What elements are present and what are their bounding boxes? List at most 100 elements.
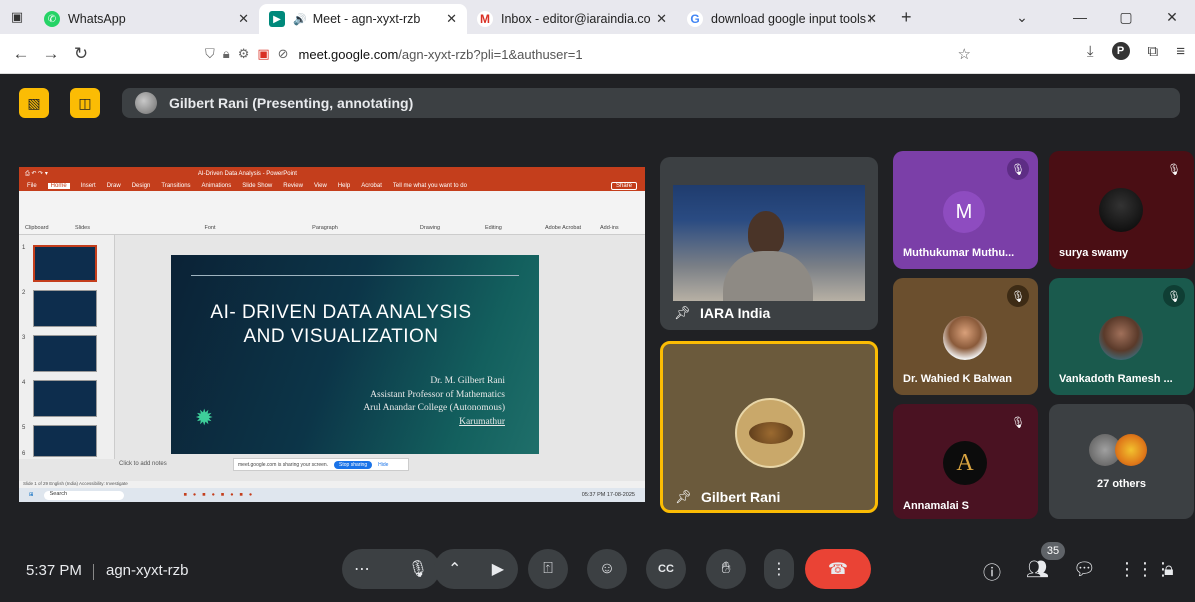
ppt-tab[interactable]: Help	[338, 183, 350, 189]
people-icon[interactable]: 👥︎	[1026, 559, 1049, 580]
participant-tile-iara[interactable]: 📌︎ IARA India	[660, 157, 878, 330]
presenter-chip[interactable]: Gilbert Rani (Presenting, annotating)	[122, 88, 1180, 118]
camera-icon[interactable]: ▶	[492, 559, 504, 579]
gear-icon: ✹	[195, 405, 214, 430]
windows-start-icon[interactable]: ⊞	[29, 492, 34, 498]
new-tab-plus-icon[interactable]: +	[901, 7, 912, 28]
leave-call-icon[interactable]: ☎	[805, 549, 871, 589]
thumb-number: 6	[22, 451, 26, 457]
ppt-tab[interactable]: View	[314, 183, 327, 189]
ppt-tab[interactable]: Home	[47, 182, 70, 189]
host-controls-icon[interactable]: 🔒︎	[1164, 559, 1174, 580]
audio-options-icon[interactable]: ⋯	[354, 559, 370, 579]
participant-tile-vankadoth[interactable]: 🎙︎ Vankadoth Ramesh ...	[1049, 278, 1194, 395]
taskbar-apps-icon[interactable]: ■●■●■●■●	[184, 492, 259, 498]
tab-google-search[interactable]: G download google input tools ta ✕	[677, 4, 887, 34]
ppt-tab[interactable]: Acrobat	[361, 183, 382, 189]
ribbon-group: Paragraph	[312, 225, 338, 231]
thumb-number: 1	[22, 245, 26, 251]
captions-icon[interactable]: CC	[646, 549, 686, 589]
pin-icon[interactable]: 📌︎	[675, 489, 692, 505]
close-tab-icon[interactable]: ✕	[866, 11, 877, 27]
slide-thumbnail[interactable]	[33, 425, 97, 457]
raise-hand-icon[interactable]: ✋︎	[706, 549, 746, 589]
url-field[interactable]: ⛉ 🔒︎ ⚙ ▣ ⊘ meet.google.com/agn-xyxt-rzb?…	[205, 40, 975, 68]
meet-top-bar: ▧ ◫ Gilbert Rani (Presenting, annotating…	[0, 74, 1195, 130]
participant-tile-others[interactable]: 27 others	[1049, 404, 1194, 519]
close-window-icon[interactable]: ✕	[1149, 9, 1195, 26]
participant-tile-wahied[interactable]: 🎙︎ Dr. Wahied K Balwan	[893, 278, 1038, 395]
tab-meet[interactable]: ▶ 🔊 Meet - agn-xyxt-rzb ✕	[259, 4, 467, 34]
browser-tab-bar: ▣ ✆ WhatsApp ✕ ▶ 🔊 Meet - agn-xyxt-rzb ✕…	[0, 0, 1195, 34]
avatar	[943, 316, 987, 360]
tab-search-icon[interactable]: ▣	[0, 0, 34, 34]
participant-name: surya swamy	[1059, 247, 1129, 259]
stop-sharing-button[interactable]: Stop sharing	[334, 460, 373, 469]
ppt-tab[interactable]: Insert	[81, 183, 96, 189]
extensions-icon[interactable]: ⧉	[1148, 43, 1159, 60]
pin-icon[interactable]: 📌︎	[674, 305, 691, 321]
slide-thumbnail[interactable]	[33, 290, 97, 327]
participant-tile-surya[interactable]: 🎙︎ surya swamy	[1049, 151, 1194, 269]
restore-icon[interactable]: ▢	[1103, 9, 1149, 26]
emoji-icon[interactable]: ☺	[587, 549, 627, 589]
profile-avatar[interactable]: P	[1111, 42, 1130, 60]
url-host: meet.google.com	[298, 46, 399, 62]
reload-icon[interactable]: ↻	[66, 44, 96, 64]
slide-thumbnail[interactable]	[33, 335, 97, 372]
tab-label: download google input tools ta	[711, 12, 871, 26]
ppt-tab[interactable]: File	[27, 183, 37, 189]
shared-screen[interactable]: ⎙ ↶ ↷ ▾ AI-Driven Data Analysis - PowerP…	[19, 167, 645, 502]
more-options-icon[interactable]: ⋮	[764, 549, 794, 589]
ppt-tab[interactable]: Transitions	[161, 183, 190, 189]
participant-tile-gilbert[interactable]: 📌︎ Gilbert Rani	[660, 341, 878, 513]
slide-thumbnail[interactable]	[33, 245, 97, 282]
tab-whatsapp[interactable]: ✆ WhatsApp ✕	[34, 4, 259, 34]
chat-icon[interactable]: 💬︎	[1073, 559, 1096, 580]
ribbon-group: Drawing	[419, 225, 441, 231]
chevron-up-icon[interactable]: ⌃	[448, 559, 461, 579]
minimize-icon[interactable]: —	[1057, 9, 1103, 25]
ribbon-group: Font	[204, 225, 216, 231]
main-slide: AI- DRIVEN DATA ANALYSIS AND VISUALIZATI…	[171, 255, 539, 454]
avatar: M	[943, 191, 985, 233]
ppt-tab[interactable]: Animations	[202, 183, 232, 189]
meeting-info-icon[interactable]: ⓘ	[983, 559, 1001, 585]
stop-annotation-icon[interactable]: ▧	[19, 88, 49, 118]
slide-thumbnail[interactable]	[33, 380, 97, 417]
avatar	[1099, 188, 1143, 232]
notes-placeholder[interactable]: Click to add notes	[119, 461, 167, 467]
mic-icon[interactable]: 🎙︎	[408, 559, 428, 579]
back-arrow-icon[interactable]: ←	[6, 44, 36, 64]
forward-arrow-icon[interactable]: →	[36, 44, 66, 64]
close-tab-icon[interactable]: ✕	[446, 11, 457, 27]
layout-icon[interactable]: ◫	[70, 88, 100, 118]
download-icon[interactable]: ⤓	[1087, 43, 1094, 60]
ppt-tab[interactable]: Review	[283, 183, 303, 189]
close-tab-icon[interactable]: ✕	[238, 11, 249, 27]
bookmark-star-icon[interactable]: ☆	[958, 45, 971, 63]
close-tab-icon[interactable]: ✕	[656, 11, 667, 27]
present-screen-icon[interactable]: ⍐	[528, 549, 568, 589]
tab-inbox[interactable]: M Inbox - editor@iaraindia.com - I ✕	[467, 4, 677, 34]
ppt-tab[interactable]: Draw	[107, 183, 121, 189]
author-line: Arul Anandar College (Autonomous)	[363, 403, 505, 413]
others-count: 27 others	[1097, 478, 1146, 490]
site-info-icons[interactable]: ⛉ 🔒︎ ⚙ ▣ ⊘	[205, 46, 289, 62]
hide-button[interactable]: Hide	[378, 462, 388, 468]
windows-taskbar: ⊞ Search ■●■●■●■● 05:37 PM 17-08-2025	[19, 488, 645, 502]
participant-name: Gilbert Rani	[701, 489, 781, 505]
ppt-tell-me[interactable]: Tell me what you want to do	[393, 183, 467, 189]
permissions-icon: ⚙	[237, 46, 250, 61]
tab-list-chevron-icon[interactable]: ⌄	[987, 9, 1057, 26]
taskbar-search[interactable]: Search	[43, 490, 124, 500]
ppt-share-button[interactable]: Share	[610, 181, 637, 190]
participant-tile-muthukumar[interactable]: 🎙︎ M Muthukumar Muthu...	[893, 151, 1038, 269]
menu-icon[interactable]: ≡	[1176, 43, 1185, 60]
ppt-tab[interactable]: Design	[132, 183, 151, 189]
ppt-tab[interactable]: Slide Show	[242, 183, 272, 189]
participant-tile-annamalai[interactable]: 🎙︎ A Annamalai S	[893, 404, 1038, 519]
slide-divider	[191, 275, 519, 276]
slide-title-line: AI- DRIVEN DATA ANALYSIS	[210, 302, 472, 323]
person-shirt	[723, 251, 813, 301]
